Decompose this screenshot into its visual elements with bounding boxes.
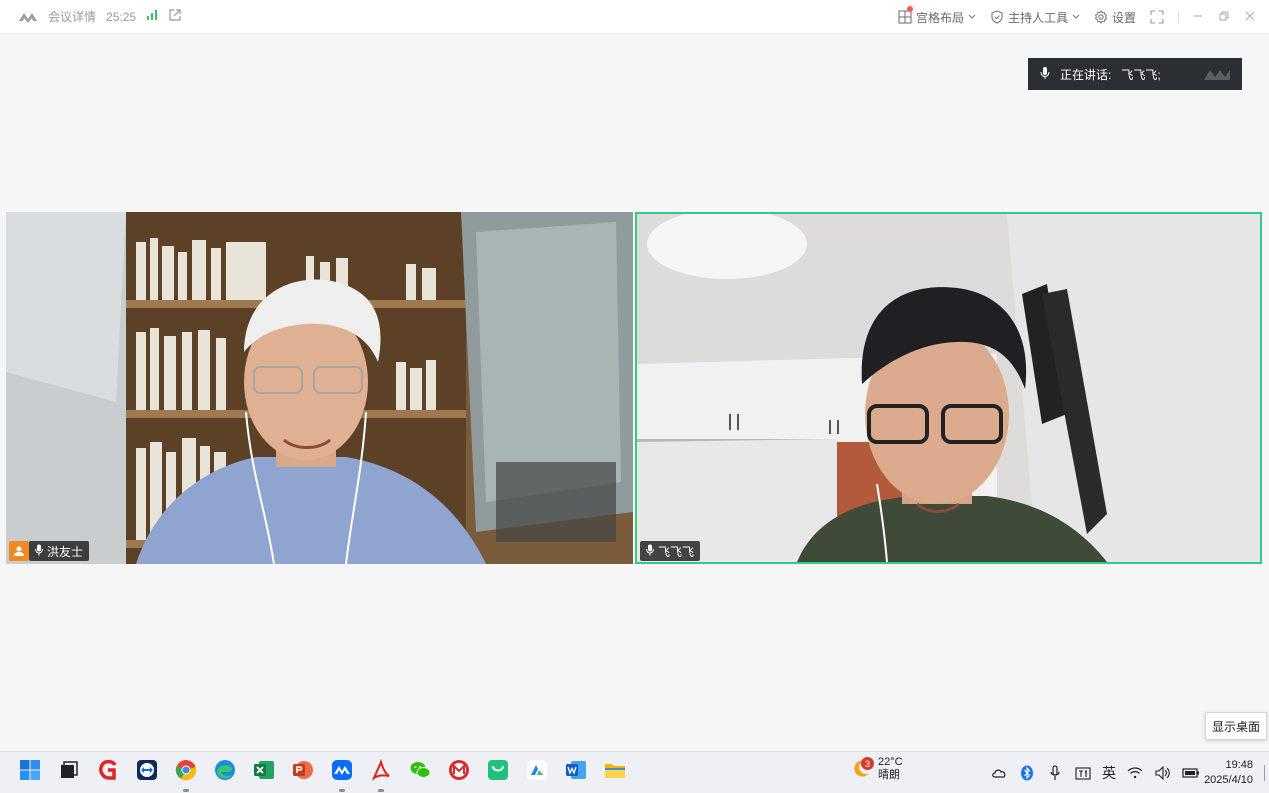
taskbar-app-green[interactable] bbox=[484, 759, 512, 787]
minimize-button[interactable] bbox=[1191, 10, 1205, 24]
speaking-prefix: 正在讲话: bbox=[1060, 67, 1112, 82]
speaker-video-feed bbox=[637, 214, 1260, 562]
host-name-tag: 洪友士 bbox=[9, 541, 90, 561]
taskbar-app-red[interactable] bbox=[94, 759, 122, 787]
system-tray: 英 bbox=[990, 752, 1200, 793]
minimize-icon bbox=[1193, 10, 1203, 24]
notification-dot bbox=[906, 5, 913, 12]
running-indicator bbox=[378, 788, 384, 792]
windows-taskbar: 3 22°C 晴朗 英 19:48 2025/4/10 bbox=[0, 751, 1269, 793]
fullscreen-button[interactable] bbox=[1150, 10, 1164, 24]
weather-badge: 3 bbox=[861, 757, 874, 770]
host-tools-button[interactable]: 主持人工具 bbox=[990, 9, 1080, 26]
gear-icon bbox=[1094, 10, 1108, 24]
taskbar-chrome[interactable] bbox=[172, 759, 200, 792]
battery-icon[interactable] bbox=[1182, 764, 1200, 782]
wechat-icon bbox=[409, 759, 431, 786]
red-m-app-icon bbox=[448, 759, 470, 786]
tencent-meeting-logo-icon bbox=[18, 11, 38, 23]
folder-icon bbox=[604, 759, 626, 786]
chevron-down-icon bbox=[1072, 14, 1080, 20]
microphone-icon bbox=[1040, 66, 1050, 83]
speaker-name-tag: 飞飞飞 bbox=[640, 541, 701, 561]
taskbar-excel[interactable] bbox=[250, 759, 278, 787]
teamviewer-icon bbox=[136, 759, 158, 786]
meeting-duration: 25:25 bbox=[106, 9, 137, 24]
excel-icon bbox=[253, 759, 275, 786]
settings-label: 设置 bbox=[1111, 10, 1136, 25]
weather-widget[interactable]: 3 22°C 晴朗 bbox=[850, 756, 903, 782]
microphone-tray-icon[interactable] bbox=[1046, 764, 1064, 782]
chevron-down-icon bbox=[968, 14, 976, 20]
microphone-icon bbox=[35, 544, 43, 559]
ime-language-indicator[interactable]: 英 bbox=[1102, 763, 1116, 783]
blurred-avatar-icon bbox=[1202, 66, 1232, 82]
blue-a-app-icon bbox=[526, 759, 548, 786]
weather-temperature: 22°C bbox=[878, 756, 903, 768]
start-button[interactable] bbox=[16, 759, 44, 787]
running-indicator bbox=[339, 788, 345, 792]
taskbar-word[interactable] bbox=[562, 759, 590, 787]
host-badge-icon bbox=[9, 541, 29, 561]
acrobat-pdf-icon bbox=[370, 758, 392, 786]
signal-strength-icon[interactable] bbox=[146, 9, 158, 24]
show-desktop-button[interactable] bbox=[1264, 765, 1265, 781]
powerpoint-icon bbox=[292, 759, 314, 786]
windows-start-icon bbox=[19, 759, 41, 786]
chrome-icon bbox=[175, 759, 197, 786]
input-method-icon[interactable] bbox=[1074, 764, 1092, 782]
titlebar-divider bbox=[1178, 11, 1179, 23]
clock-date: 2025/4/10 bbox=[1204, 774, 1253, 786]
edge-icon bbox=[214, 759, 236, 786]
taskbar-app-m[interactable] bbox=[445, 759, 473, 787]
close-icon bbox=[1245, 10, 1255, 24]
show-desktop-tooltip: 显示桌面 bbox=[1205, 712, 1267, 740]
meeting-details-link[interactable]: 会议详情 bbox=[48, 8, 96, 25]
wifi-icon[interactable] bbox=[1126, 764, 1144, 782]
participant-name: 洪友士 bbox=[47, 544, 84, 559]
bluetooth-icon[interactable] bbox=[1018, 764, 1036, 782]
taskbar-tencent-meeting[interactable] bbox=[328, 759, 356, 792]
system-clock[interactable]: 19:48 2025/4/10 bbox=[1204, 758, 1253, 788]
restore-button[interactable] bbox=[1217, 10, 1231, 24]
task-view-icon bbox=[59, 760, 79, 785]
word-icon bbox=[565, 759, 587, 786]
volume-icon[interactable] bbox=[1154, 764, 1172, 782]
host-video-feed bbox=[6, 212, 633, 564]
fullscreen-icon bbox=[1150, 10, 1164, 24]
weather-description: 晴朗 bbox=[878, 769, 900, 781]
shield-icon bbox=[990, 10, 1004, 24]
running-indicator bbox=[183, 788, 189, 792]
taskbar-app-a[interactable] bbox=[523, 759, 551, 787]
clock-time: 19:48 bbox=[1225, 759, 1253, 771]
close-button[interactable] bbox=[1243, 10, 1257, 24]
tencent-meeting-icon bbox=[331, 759, 353, 786]
host-tools-label: 主持人工具 bbox=[1007, 10, 1068, 25]
title-bar: 会议详情 25:25 宫格布局 主持人工具 设置 bbox=[0, 0, 1269, 34]
share-external-icon[interactable] bbox=[168, 8, 182, 25]
taskbar-task-view[interactable] bbox=[55, 759, 83, 787]
video-tile-host[interactable]: 洪友士 bbox=[6, 212, 633, 564]
grid-layout-label: 宫格布局 bbox=[915, 10, 964, 25]
taskbar-acrobat[interactable] bbox=[367, 758, 395, 792]
taskbar-teamviewer[interactable] bbox=[133, 759, 161, 787]
restore-icon bbox=[1219, 10, 1229, 24]
speaking-name: 飞飞飞; bbox=[1121, 67, 1161, 82]
speaking-indicator: 正在讲话: 飞飞飞; bbox=[1028, 58, 1242, 90]
onedrive-cloud-icon[interactable] bbox=[990, 764, 1008, 782]
taskbar-edge[interactable] bbox=[211, 759, 239, 787]
taskbar-file-explorer[interactable] bbox=[601, 759, 629, 787]
settings-button[interactable]: 设置 bbox=[1094, 9, 1136, 26]
taskbar-powerpoint[interactable] bbox=[289, 759, 317, 787]
video-tile-active-speaker[interactable]: 飞飞飞 bbox=[635, 212, 1262, 564]
grid-layout-icon bbox=[898, 10, 912, 24]
grid-layout-button[interactable]: 宫格布局 bbox=[898, 5, 976, 26]
red-g-app-icon bbox=[97, 759, 119, 786]
participant-name: 飞飞飞 bbox=[658, 544, 695, 559]
green-bag-app-icon bbox=[487, 759, 509, 786]
microphone-icon bbox=[646, 544, 654, 559]
taskbar-wechat[interactable] bbox=[406, 759, 434, 787]
